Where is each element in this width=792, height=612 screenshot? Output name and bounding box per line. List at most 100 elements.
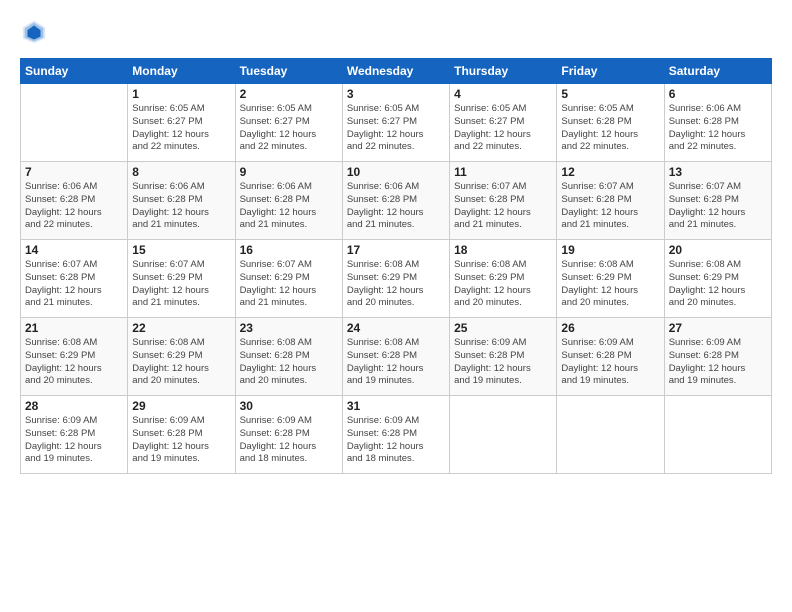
day-cell: 2 Sunrise: 6:05 AM Sunset: 6:27 PM Daylig… [235,84,342,162]
week-row-2: 7 Sunrise: 6:06 AM Sunset: 6:28 PM Daylig… [21,162,772,240]
day-cell: 24 Sunrise: 6:08 AM Sunset: 6:28 PM Dayli… [342,318,449,396]
day-cell: 18Sunrise: 6:08 AM Sunset: 6:29 PM Dayli… [450,240,557,318]
day-number: 8 [132,165,230,179]
header [20,18,772,46]
day-cell: 13Sunrise: 6:07 AM Sunset: 6:28 PM Dayli… [664,162,771,240]
day-cell: 16 Sunrise: 6:07 AM Sunset: 6:29 PM Dayli… [235,240,342,318]
day-info: Sunrise: 6:05 AM Sunset: 6:27 PM Dayligh… [347,103,445,154]
day-cell: 19 Sunrise: 6:08 AM Sunset: 6:29 PM Dayli… [557,240,664,318]
day-info: Sunrise: 6:05 AM Sunset: 6:27 PM Dayligh… [454,103,552,154]
day-number: 14 [25,243,123,257]
header-cell-wednesday: Wednesday [342,59,449,84]
day-cell: 3 Sunrise: 6:05 AM Sunset: 6:27 PM Daylig… [342,84,449,162]
day-info: Sunrise: 6:05 AM Sunset: 6:27 PM Dayligh… [132,103,230,154]
day-number: 25 [454,321,552,335]
day-cell: 15Sunrise: 6:07 AM Sunset: 6:29 PM Dayli… [128,240,235,318]
day-info: Sunrise: 6:08 AM Sunset: 6:28 PM Dayligh… [347,337,445,388]
day-cell: 10 Sunrise: 6:06 AM Sunset: 6:28 PM Dayli… [342,162,449,240]
day-cell: 22 Sunrise: 6:08 AM Sunset: 6:29 PM Dayli… [128,318,235,396]
day-cell: 30 Sunrise: 6:09 AM Sunset: 6:28 PM Dayli… [235,396,342,474]
day-info: Sunrise: 6:08 AM Sunset: 6:29 PM Dayligh… [25,337,123,388]
header-cell-monday: Monday [128,59,235,84]
header-cell-saturday: Saturday [664,59,771,84]
day-cell: 4 Sunrise: 6:05 AM Sunset: 6:27 PM Daylig… [450,84,557,162]
day-info: Sunrise: 6:09 AM Sunset: 6:28 PM Dayligh… [454,337,552,388]
day-number: 15 [132,243,230,257]
day-cell: 26Sunrise: 6:09 AM Sunset: 6:28 PM Dayli… [557,318,664,396]
day-number: 24 [347,321,445,335]
day-cell: 28Sunrise: 6:09 AM Sunset: 6:28 PM Dayli… [21,396,128,474]
day-info: Sunrise: 6:08 AM Sunset: 6:29 PM Dayligh… [454,259,552,310]
header-cell-tuesday: Tuesday [235,59,342,84]
day-number: 2 [240,87,338,101]
day-cell: 31 Sunrise: 6:09 AM Sunset: 6:28 PM Dayli… [342,396,449,474]
day-cell: 29 Sunrise: 6:09 AM Sunset: 6:28 PM Dayli… [128,396,235,474]
day-cell [557,396,664,474]
header-cell-friday: Friday [557,59,664,84]
day-number: 12 [561,165,659,179]
day-number: 3 [347,87,445,101]
day-number: 31 [347,399,445,413]
day-info: Sunrise: 6:09 AM Sunset: 6:28 PM Dayligh… [25,415,123,466]
day-cell: 25 Sunrise: 6:09 AM Sunset: 6:28 PM Dayli… [450,318,557,396]
day-cell [21,84,128,162]
day-number: 16 [240,243,338,257]
calendar-page: SundayMondayTuesdayWednesdayThursdayFrid… [0,0,792,484]
day-number: 5 [561,87,659,101]
day-info: Sunrise: 6:09 AM Sunset: 6:28 PM Dayligh… [132,415,230,466]
day-cell: 21 Sunrise: 6:08 AM Sunset: 6:29 PM Dayli… [21,318,128,396]
day-info: Sunrise: 6:07 AM Sunset: 6:28 PM Dayligh… [669,181,767,232]
day-info: Sunrise: 6:07 AM Sunset: 6:28 PM Dayligh… [454,181,552,232]
week-row-1: 1 Sunrise: 6:05 AM Sunset: 6:27 PM Daylig… [21,84,772,162]
day-cell: 6Sunrise: 6:06 AM Sunset: 6:28 PM Daylig… [664,84,771,162]
day-info: Sunrise: 6:09 AM Sunset: 6:28 PM Dayligh… [347,415,445,466]
logo-icon [20,18,48,46]
day-number: 30 [240,399,338,413]
day-info: Sunrise: 6:09 AM Sunset: 6:28 PM Dayligh… [240,415,338,466]
day-info: Sunrise: 6:08 AM Sunset: 6:29 PM Dayligh… [561,259,659,310]
day-cell [450,396,557,474]
day-info: Sunrise: 6:09 AM Sunset: 6:28 PM Dayligh… [561,337,659,388]
day-info: Sunrise: 6:08 AM Sunset: 6:29 PM Dayligh… [132,337,230,388]
day-cell [664,396,771,474]
day-cell: 17 Sunrise: 6:08 AM Sunset: 6:29 PM Dayli… [342,240,449,318]
day-cell: 1 Sunrise: 6:05 AM Sunset: 6:27 PM Daylig… [128,84,235,162]
day-cell: 11Sunrise: 6:07 AM Sunset: 6:28 PM Dayli… [450,162,557,240]
day-number: 19 [561,243,659,257]
day-number: 17 [347,243,445,257]
day-cell: 5 Sunrise: 6:05 AM Sunset: 6:28 PM Daylig… [557,84,664,162]
day-info: Sunrise: 6:05 AM Sunset: 6:28 PM Dayligh… [561,103,659,154]
day-number: 7 [25,165,123,179]
day-info: Sunrise: 6:08 AM Sunset: 6:29 PM Dayligh… [347,259,445,310]
day-cell: 14Sunrise: 6:07 AM Sunset: 6:28 PM Dayli… [21,240,128,318]
day-number: 10 [347,165,445,179]
day-cell: 12 Sunrise: 6:07 AM Sunset: 6:28 PM Dayli… [557,162,664,240]
day-info: Sunrise: 6:07 AM Sunset: 6:28 PM Dayligh… [561,181,659,232]
day-number: 4 [454,87,552,101]
day-cell: 27Sunrise: 6:09 AM Sunset: 6:28 PM Dayli… [664,318,771,396]
day-info: Sunrise: 6:08 AM Sunset: 6:29 PM Dayligh… [669,259,767,310]
day-info: Sunrise: 6:06 AM Sunset: 6:28 PM Dayligh… [347,181,445,232]
day-cell: 23Sunrise: 6:08 AM Sunset: 6:28 PM Dayli… [235,318,342,396]
day-info: Sunrise: 6:06 AM Sunset: 6:28 PM Dayligh… [132,181,230,232]
day-number: 27 [669,321,767,335]
day-info: Sunrise: 6:06 AM Sunset: 6:28 PM Dayligh… [669,103,767,154]
week-row-3: 14Sunrise: 6:07 AM Sunset: 6:28 PM Dayli… [21,240,772,318]
day-number: 22 [132,321,230,335]
day-number: 1 [132,87,230,101]
day-cell: 9Sunrise: 6:06 AM Sunset: 6:28 PM Daylig… [235,162,342,240]
week-row-5: 28Sunrise: 6:09 AM Sunset: 6:28 PM Dayli… [21,396,772,474]
calendar-table: SundayMondayTuesdayWednesdayThursdayFrid… [20,58,772,474]
header-cell-sunday: Sunday [21,59,128,84]
day-info: Sunrise: 6:07 AM Sunset: 6:29 PM Dayligh… [240,259,338,310]
header-row: SundayMondayTuesdayWednesdayThursdayFrid… [21,59,772,84]
day-info: Sunrise: 6:06 AM Sunset: 6:28 PM Dayligh… [240,181,338,232]
day-info: Sunrise: 6:08 AM Sunset: 6:28 PM Dayligh… [240,337,338,388]
day-info: Sunrise: 6:05 AM Sunset: 6:27 PM Dayligh… [240,103,338,154]
day-number: 20 [669,243,767,257]
week-row-4: 21 Sunrise: 6:08 AM Sunset: 6:29 PM Dayli… [21,318,772,396]
day-cell: 7Sunrise: 6:06 AM Sunset: 6:28 PM Daylig… [21,162,128,240]
day-number: 29 [132,399,230,413]
day-cell: 8 Sunrise: 6:06 AM Sunset: 6:28 PM Daylig… [128,162,235,240]
day-number: 21 [25,321,123,335]
